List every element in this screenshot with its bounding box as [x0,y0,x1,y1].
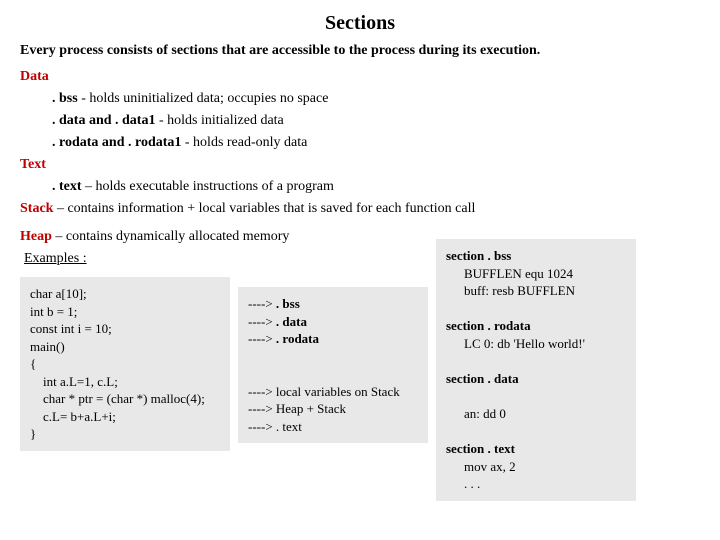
text-heading: Text [20,157,700,173]
code-line: int a.L=1, c.L; [30,373,220,391]
data-line: . data and . data1 - holds initialized d… [52,113,700,129]
text-desc: – holds executable instructions of a pro… [82,179,334,194]
code-line: { [30,355,220,373]
code-example-row: char a[10]; int b = 1; const int i = 10;… [20,277,700,501]
c-code-block: char a[10]; int b = 1; const int i = 10;… [20,277,230,451]
asm-line: section . data [446,370,626,388]
asm-line: section . bss [446,247,626,265]
stack-label: Stack [20,201,53,216]
data-desc: - holds initialized data [155,113,283,128]
text-line: . text – holds executable instructions o… [52,179,700,195]
asm-line [446,300,626,318]
asm-line: . . . [464,475,626,493]
heap-label: Heap [20,229,52,244]
asm-line: buff: resb BUFFLEN [464,282,626,300]
asm-line [446,387,626,405]
heap-desc: – contains dynamically allocated memory [52,229,290,244]
code-line: const int i = 10; [30,320,220,338]
rodata-name: . rodata and . rodata1 [52,135,181,150]
code-line: main() [30,338,220,356]
asm-line: section . text [446,440,626,458]
code-line: } [30,425,220,443]
bss-name: . bss [52,91,78,106]
map-line: ----> Heap + Stack [248,400,418,418]
map-line: ----> . bss [248,295,418,313]
asm-line: mov ax, 2 [464,458,626,476]
text-name: . text [52,179,82,194]
asm-line [446,352,626,370]
asm-block: section . bss BUFFLEN equ 1024 buff: res… [436,239,636,501]
asm-line: BUFFLEN equ 1024 [464,265,626,283]
asm-line: LC 0: db 'Hello world!' [464,335,626,353]
map-line: ----> . text [248,418,418,436]
bss-desc: - holds uninitialized data; occupies no … [78,91,329,106]
map-line [248,365,418,383]
data-name: . data and . data1 [52,113,155,128]
page-title: Sections [20,12,700,35]
data-heading: Data [20,69,700,85]
map-line: ----> local variables on Stack [248,383,418,401]
code-line: char * ptr = (char *) malloc(4); [30,390,220,408]
map-line: ----> . data [248,313,418,331]
code-line: c.L= b+a.L+i; [30,408,220,426]
rodata-line: . rodata and . rodata1 - holds read-only… [52,135,700,151]
stack-line: Stack – contains information + local var… [20,201,700,217]
mapping-block: ----> . bss ----> . data ----> . rodata … [238,287,428,443]
asm-line: an: dd 0 [464,405,626,423]
map-line [248,348,418,366]
asm-line: section . rodata [446,317,626,335]
stack-desc: – contains information + local variables… [53,201,475,216]
code-line: int b = 1; [30,303,220,321]
intro-text: Every process consists of sections that … [20,43,700,59]
bss-line: . bss - holds uninitialized data; occupi… [52,91,700,107]
code-line: char a[10]; [30,285,220,303]
rodata-desc: - holds read-only data [181,135,307,150]
asm-line [446,422,626,440]
map-line: ----> . rodata [248,330,418,348]
